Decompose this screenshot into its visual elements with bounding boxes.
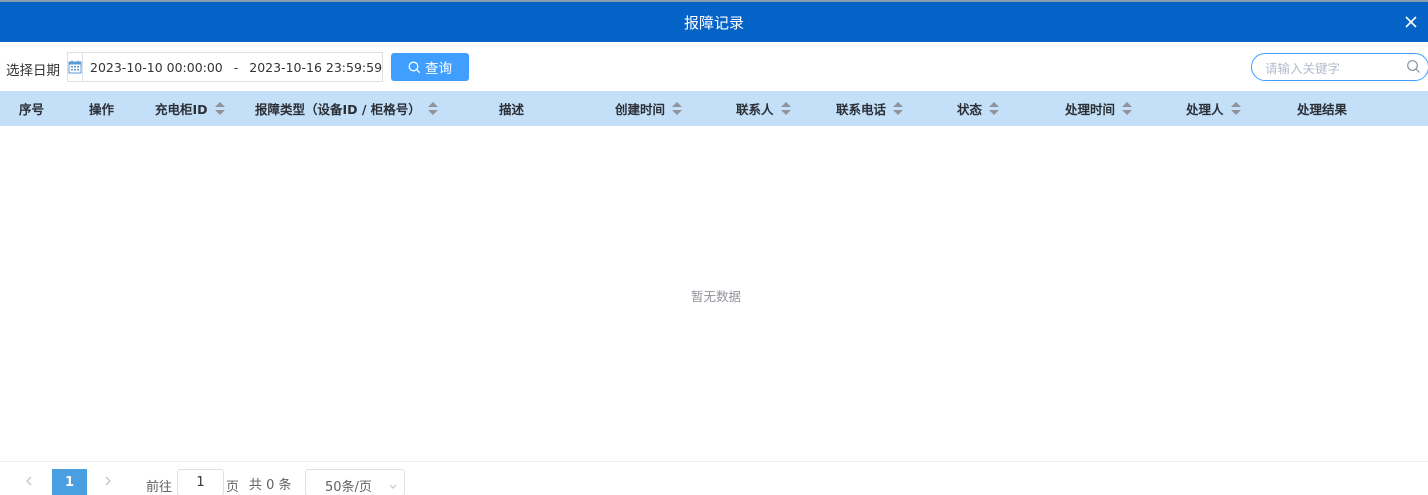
date-label: 选择日期 (6, 63, 60, 79)
column-header-handler[interactable]: 处理人 (1186, 91, 1241, 126)
column-header-contact[interactable]: 联系人 (736, 91, 791, 126)
column-header-description: 描述 (499, 91, 524, 126)
table-header: 序号 操作 充电柜ID 报障类型（设备ID / 柜格号） 描述 创建时间 联系人… (0, 91, 1428, 126)
fault-record-dialog: 报障记录 选择日期 2023-10-10 00:00:00 - 2023-10-… (0, 0, 1428, 495)
sort-icon[interactable] (989, 101, 1000, 116)
goto-label: 前往 (146, 480, 173, 495)
page-size-value: 50条/页 (325, 480, 372, 495)
sort-icon[interactable] (1230, 101, 1241, 116)
next-page-icon[interactable] (101, 473, 115, 493)
footer-divider (0, 461, 1428, 462)
filter-toolbar: 选择日期 2023-10-10 00:00:00 - 2023-10-16 23… (0, 52, 1428, 82)
sort-icon[interactable] (672, 101, 683, 116)
column-header-cabinet-id[interactable]: 充电柜ID (155, 91, 225, 126)
column-label: 处理结果 (1297, 102, 1348, 117)
search-icon (408, 61, 421, 73)
sort-icon[interactable] (214, 101, 225, 116)
search-icon[interactable] (1406, 59, 1421, 74)
sort-icon[interactable] (427, 101, 438, 116)
column-label: 状态 (957, 102, 983, 117)
goto-page-input[interactable] (177, 469, 224, 495)
column-header-result: 处理结果 (1297, 91, 1347, 126)
dialog-title-bar: 报障记录 (0, 2, 1428, 42)
sort-icon[interactable] (1122, 101, 1133, 116)
column-header-phone[interactable]: 联系电话 (836, 91, 904, 126)
empty-state-text: 暂无数据 (690, 289, 741, 304)
chevron-down-icon (388, 480, 398, 495)
column-label: 充电柜ID (155, 102, 208, 117)
close-icon[interactable] (1402, 13, 1420, 31)
column-header-status[interactable]: 状态 (957, 91, 1000, 126)
page-number-current[interactable]: 1 (52, 469, 87, 495)
dialog-title: 报障记录 (683, 13, 744, 32)
date-start-value[interactable]: 2023-10-10 00:00:00 (90, 60, 223, 75)
date-separator: - (233, 59, 239, 75)
query-button[interactable]: 查询 (391, 53, 469, 81)
column-header-actions: 操作 (89, 91, 114, 126)
column-label: 联系人 (736, 102, 774, 117)
column-label: 创建时间 (615, 102, 666, 117)
sort-icon[interactable] (893, 101, 904, 116)
date-range-picker[interactable]: 2023-10-10 00:00:00 - 2023-10-16 23:59:5… (67, 52, 383, 82)
column-label: 处理时间 (1065, 102, 1116, 117)
prev-page-icon[interactable] (22, 473, 36, 493)
column-header-fault-type[interactable]: 报障类型（设备ID / 柜格号） (255, 91, 438, 126)
sort-icon[interactable] (780, 101, 791, 116)
keyword-search-box[interactable] (1251, 53, 1428, 81)
column-header-created-time[interactable]: 创建时间 (615, 91, 683, 126)
total-count: 共 0 条 (249, 478, 292, 493)
date-end-value[interactable]: 2023-10-16 23:59:59 (249, 60, 382, 75)
page-size-select[interactable]: 50条/页 (305, 469, 405, 495)
column-header-handled-time[interactable]: 处理时间 (1065, 91, 1133, 126)
query-button-label: 查询 (425, 61, 452, 77)
column-label: 序号 (19, 102, 45, 117)
keyword-search-input[interactable] (1265, 59, 1395, 77)
pagination: 1 前往 页 共 0 条 50条/页 (0, 468, 1428, 495)
column-label: 操作 (89, 102, 115, 117)
column-label: 联系电话 (836, 102, 887, 117)
page-unit-label: 页 (226, 480, 240, 495)
calendar-icon[interactable] (68, 53, 83, 81)
column-label: 处理人 (1186, 102, 1224, 117)
column-label: 描述 (499, 102, 525, 117)
column-label: 报障类型（设备ID / 柜格号） (255, 102, 421, 117)
column-header-index: 序号 (19, 91, 44, 126)
